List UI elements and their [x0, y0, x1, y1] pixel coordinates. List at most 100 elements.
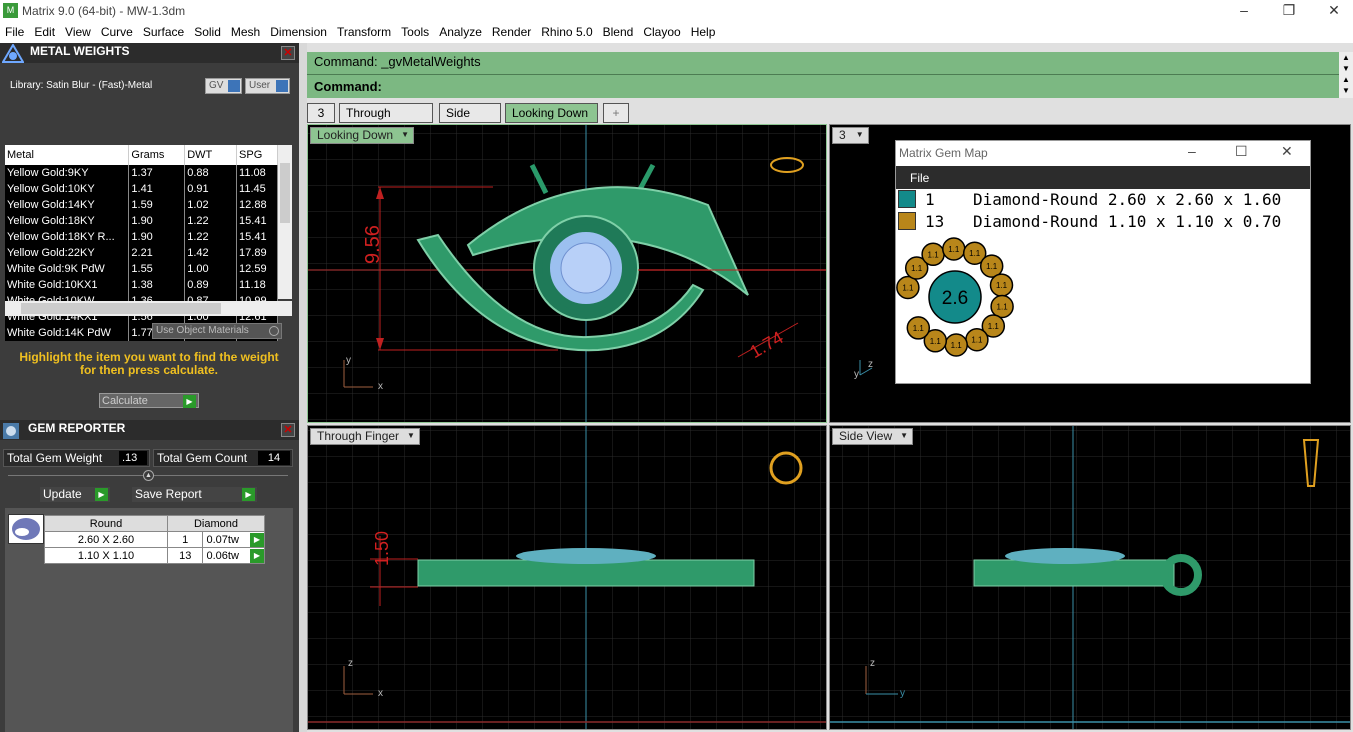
left-panel: METAL WEIGHTS ✕ Library: Satin Blur - (F…	[0, 43, 299, 732]
viewport-label-3[interactable]: 3 ▼	[832, 127, 869, 144]
gem-layout-map: 2.6 1.1 1.1 1.1 1.1 1.1 1.1 1.1 1.1 1.1 1.1 1.1 1.1 1…	[896, 237, 1014, 357]
chevron-down-icon: ▼	[401, 130, 409, 139]
calculate-button[interactable]: Calculate ▶	[99, 393, 199, 408]
metal-row[interactable]: Yellow Gold:22KY 2.21 1.42 17.89	[5, 245, 278, 261]
col-spg[interactable]: SPG	[236, 145, 278, 165]
calculate-label: Calculate	[102, 395, 148, 407]
menu-help[interactable]: Help	[686, 22, 721, 39]
select-row-2-button[interactable]: ▶	[250, 549, 264, 563]
side-gem-label: 1.1	[996, 281, 1008, 290]
save-report-button[interactable]: Save Report ▶	[132, 487, 257, 502]
menu-blend[interactable]: Blend	[598, 22, 639, 39]
command-prompt: Command:	[314, 79, 382, 94]
menu-transform[interactable]: Transform	[332, 22, 396, 39]
metal-weights-title: METAL WEIGHTS	[30, 44, 130, 58]
update-label: Update	[43, 487, 82, 501]
viewport-label-looking-down[interactable]: Looking Down ▼	[310, 127, 415, 144]
gem-row[interactable]: 2.60 X 2.60 1 0.07tw	[44, 531, 265, 548]
menu-surface[interactable]: Surface	[138, 22, 189, 39]
command-scrollbar[interactable]: ▲ ▼ ▲ ▼	[1339, 52, 1353, 98]
metal-row[interactable]: Yellow Gold:18KY R... 1.90 1.22 15.41	[5, 229, 278, 245]
menu-solid[interactable]: Solid	[189, 22, 226, 39]
viewport-label-text: Looking Down	[317, 128, 394, 142]
menu-file[interactable]: File	[0, 22, 29, 39]
menu-mesh[interactable]: Mesh	[226, 22, 265, 39]
select-row-1-button[interactable]: ▶	[250, 533, 264, 547]
viewport-through-finger[interactable]: 1.50 z x Through Finger ▼	[307, 425, 827, 730]
menu-dimension[interactable]: Dimension	[265, 22, 332, 39]
close-button[interactable]: ✕	[1311, 0, 1353, 22]
user-toggle[interactable]: User	[245, 78, 290, 94]
add-tab-button[interactable]: +	[603, 103, 629, 123]
side-gem-label: 1.1	[902, 284, 914, 293]
menu-rhino[interactable]: Rhino 5.0	[536, 22, 597, 39]
side-gem-label: 1.1	[928, 250, 940, 259]
menu-curve[interactable]: Curve	[96, 22, 138, 39]
metal-row[interactable]: White Gold:10KX1 1.38 0.89 11.18	[5, 277, 278, 293]
maximize-button[interactable]: ☐	[1235, 143, 1248, 160]
minimize-button[interactable]: –	[1221, 0, 1267, 22]
col-grams[interactable]: Grams	[128, 145, 186, 165]
menu-clayoo[interactable]: Clayoo	[638, 22, 685, 39]
gem-col-shape: Round	[44, 515, 168, 532]
panel-splitter[interactable]	[299, 43, 307, 732]
tab-through-finger[interactable]: Through Finger	[339, 103, 433, 138]
side-view-canvas: z y	[830, 426, 1350, 729]
side-gem-label: 1.1	[948, 245, 960, 254]
tab-3[interactable]: 3	[307, 103, 335, 123]
metal-table-hscrollbar[interactable]	[5, 301, 292, 316]
metal-row[interactable]: Yellow Gold:10KY 1.41 0.91 11.45	[5, 181, 278, 197]
metal-grams: 1.90	[128, 229, 186, 245]
col-metal[interactable]: Metal	[5, 145, 130, 165]
metal-grams: 1.59	[128, 197, 186, 213]
close-icon[interactable]: ✕	[281, 423, 295, 437]
metal-grams: 1.38	[128, 277, 186, 293]
menu-tools[interactable]: Tools	[396, 22, 434, 39]
metal-dwt: 0.88	[184, 165, 238, 181]
metal-name: Yellow Gold:14KY	[5, 197, 130, 213]
use-object-materials-checkbox[interactable]: Use Object Materials	[152, 323, 282, 339]
axis-y-label: y	[346, 355, 351, 366]
viewport-label-text: Side View	[839, 429, 893, 443]
gem-map-count-2: 13	[925, 212, 945, 231]
viewport-side-view[interactable]: z y Side View ▼	[829, 425, 1351, 730]
gem-row[interactable]: 1.10 X 1.10 13 0.06tw	[44, 547, 265, 564]
close-button[interactable]: ✕	[1281, 143, 1293, 160]
metal-row[interactable]: Yellow Gold:14KY 1.59 1.02 12.88	[5, 197, 278, 213]
menu-analyze[interactable]: Analyze	[434, 22, 487, 39]
gem-map-menu-file[interactable]: File	[910, 171, 929, 185]
update-button[interactable]: Update ▶	[40, 487, 110, 502]
metal-row[interactable]: Yellow Gold:9KY 1.37 0.88 11.08	[5, 165, 278, 181]
gem-reporter-icon	[3, 423, 19, 439]
gv-indicator	[228, 80, 240, 92]
col-dwt[interactable]: DWT	[184, 145, 238, 165]
total-gem-weight: Total Gem Weight .13	[3, 449, 150, 467]
metal-dwt: 1.42	[184, 245, 238, 261]
metal-table-scrollbar[interactable]	[278, 145, 292, 299]
tab-side-view[interactable]: Side View	[439, 103, 501, 138]
menu-render[interactable]: Render	[487, 22, 536, 39]
menu-edit[interactable]: Edit	[29, 22, 60, 39]
scrollbar-thumb[interactable]	[280, 163, 290, 223]
close-icon[interactable]: ✕	[281, 46, 295, 60]
viewport-looking-down[interactable]: 9.56 1.74 y x Looking Down ▼	[307, 124, 827, 423]
minimize-button[interactable]: –	[1188, 143, 1196, 159]
round-gem-icon	[12, 518, 40, 540]
library-label: Library: Satin Blur - (Fast)-Metal	[10, 80, 153, 91]
gv-toggle[interactable]: GV	[205, 78, 242, 94]
hscroll-thumb[interactable]	[21, 303, 221, 314]
viewport-label-side-view[interactable]: Side View ▼	[832, 428, 914, 445]
metal-name: White Gold:14K PdW	[5, 325, 130, 341]
menu-view[interactable]: View	[60, 22, 96, 39]
tab-looking-down[interactable]: Looking Down	[505, 103, 598, 123]
collapse-icon[interactable]: ▲	[143, 470, 154, 481]
maximize-button[interactable]: ❐	[1266, 0, 1312, 22]
viewport-label-through-finger[interactable]: Through Finger ▼	[310, 428, 421, 445]
metal-row[interactable]: White Gold:9K PdW 1.55 1.00 12.59	[5, 261, 278, 277]
center-gem-label: 2.6	[942, 288, 968, 309]
metal-row[interactable]: Yellow Gold:18KY 1.90 1.22 15.41	[5, 213, 278, 229]
metal-name: Yellow Gold:9KY	[5, 165, 130, 181]
dimension-thickness-label: 1.50	[372, 531, 392, 566]
total-gem-weight-value: .13	[119, 451, 147, 465]
command-divider	[307, 74, 1339, 75]
